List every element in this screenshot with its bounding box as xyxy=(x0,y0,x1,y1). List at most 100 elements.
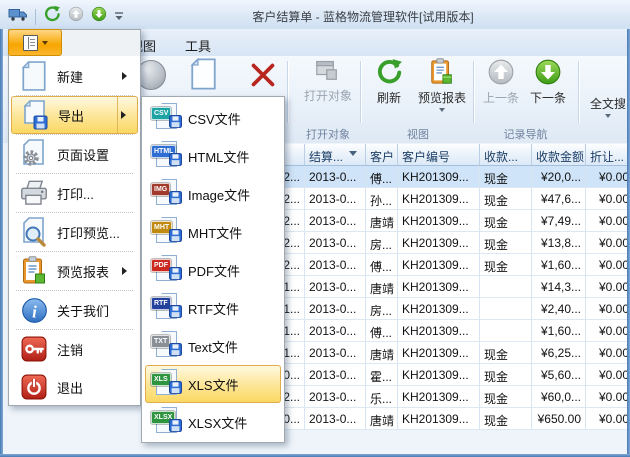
preview-report-icon xyxy=(428,58,456,86)
delete-button[interactable] xyxy=(243,62,283,88)
export-page-floppy-icon xyxy=(12,100,58,130)
menu-item-label: 新建 xyxy=(57,67,83,86)
cell-pay-method: 现金 xyxy=(480,166,532,188)
ribbon-separator xyxy=(360,61,361,123)
column-header-label: 客户编号 xyxy=(402,148,450,165)
svg-text:i: i xyxy=(32,302,37,321)
cell-pay-method xyxy=(480,320,532,342)
floppy-disk-icon xyxy=(169,153,182,171)
export-submenu-item[interactable]: XLSX XLSX文件 xyxy=(145,403,281,441)
file-type-badge: PDF xyxy=(151,259,171,272)
qat-separator xyxy=(35,9,36,25)
menu-item-print-preview[interactable]: 打印预览... xyxy=(11,213,138,251)
submenu-arrow-icon xyxy=(122,267,131,275)
cell-discount: ¥0.00 xyxy=(586,298,630,320)
export-submenu-item-label: Text文件 xyxy=(188,337,238,356)
table-row[interactable]: 90... 2013-0... 霍... KH201309... 现金 ¥5,6… xyxy=(240,364,630,386)
export-submenu-item-label: XLS文件 xyxy=(188,375,239,394)
logout-key-icon xyxy=(11,336,57,362)
preview-report-label: 预览报表 xyxy=(418,89,466,106)
fulltext-search-button[interactable]: 全文搜 xyxy=(584,92,630,121)
menu-item-print[interactable]: 打印... xyxy=(11,174,138,212)
qat-more-icon[interactable] xyxy=(114,8,124,26)
menu-item-export[interactable]: 导出 xyxy=(11,96,138,134)
export-submenu-item[interactable]: HTML HTML文件 xyxy=(145,137,281,175)
print-preview-icon xyxy=(11,217,57,247)
cell-customer-no: KH201309... xyxy=(398,298,480,320)
table-row[interactable]: 92... 2013-0... 唐靖 KH201309... 现金 ¥7,49.… xyxy=(240,210,630,232)
menu-item-preview-report[interactable]: 预览报表 xyxy=(11,252,138,290)
menu-item-new[interactable]: 新建 xyxy=(11,57,138,95)
cell-discount: ¥0.00 xyxy=(586,364,630,386)
floppy-disk-icon xyxy=(169,115,182,133)
delete-x-icon xyxy=(250,62,276,88)
table-row[interactable]: 70... 2013-0... 唐靖 KH201309... 现金 ¥650.0… xyxy=(240,408,630,430)
previous-record-icon xyxy=(487,58,515,86)
column-header-amount[interactable]: 收款金额 xyxy=(532,144,586,166)
export-submenu-item-label: PDF文件 xyxy=(188,261,240,280)
floppy-disk-icon xyxy=(169,229,182,247)
menubar-item-tools[interactable]: 工具 xyxy=(181,34,215,57)
cell-customer: 傅... xyxy=(366,320,398,342)
export-submenu-item[interactable]: XLS XLS文件 xyxy=(145,365,281,403)
export-submenu-item-label: RTF文件 xyxy=(188,299,239,318)
cell-customer-no: KH201309... xyxy=(398,166,480,188)
nav-down-icon[interactable] xyxy=(91,6,107,27)
menu-item-label: 注销 xyxy=(57,340,83,359)
fulltext-search-label: 全文搜 xyxy=(590,95,626,112)
column-header-label: 收款... xyxy=(484,148,518,165)
export-submenu-item[interactable]: MHT MHT文件 xyxy=(145,213,281,251)
titlebar: 客户结算单 - 蓝格物流管理软件[试用版本] xyxy=(0,0,630,30)
menu-item-page-setup[interactable]: 页面设置 xyxy=(11,135,138,173)
table-row[interactable]: 92... 2013-0... 傅... KH201309... 现金 ¥20,… xyxy=(240,166,630,188)
cell-customer: 房... xyxy=(366,298,398,320)
refresh-label: 刷新 xyxy=(377,89,401,106)
table-row[interactable]: 92... 2013-0... 房... KH201309... 现金 ¥13,… xyxy=(240,232,630,254)
column-header-customer-no[interactable]: 客户编号 xyxy=(398,144,480,166)
column-header-pay-method[interactable]: 收款... xyxy=(480,144,532,166)
next-record-button[interactable]: 下一条 xyxy=(524,58,572,106)
cell-discount: ¥0.00 xyxy=(586,386,630,408)
table-row[interactable]: 91... 2013-0... 房... KH201309... ¥2,40..… xyxy=(240,298,630,320)
cell-pay-method xyxy=(480,298,532,320)
column-header-customer[interactable]: 客户 xyxy=(366,144,398,166)
cell-discount: ¥0.00 xyxy=(586,232,630,254)
submenu-arrow-icon xyxy=(121,111,130,119)
export-submenu-item[interactable]: PDF PDF文件 xyxy=(145,251,281,289)
refresh-icon[interactable] xyxy=(43,5,61,28)
open-object-label: 打开对象 xyxy=(304,87,352,104)
export-submenu-item[interactable]: TXT Text文件 xyxy=(145,327,281,365)
menu-item-exit[interactable]: 退出 xyxy=(11,368,138,406)
cell-pay-method: 现金 xyxy=(480,386,532,408)
previous-record-label: 上一条 xyxy=(483,89,519,106)
table-row[interactable]: 92... 2013-0... 傅... KH201309... 现金 ¥1,6… xyxy=(240,254,630,276)
export-submenu-item[interactable]: IMG Image文件 xyxy=(145,175,281,213)
export-submenu-item[interactable]: CSV CSV文件 xyxy=(145,99,281,137)
file-type-badge: TXT xyxy=(151,335,170,348)
menu-item-logout[interactable]: 注销 xyxy=(11,330,138,368)
menu-item-about[interactable]: i 关于我们 xyxy=(11,291,138,329)
file-type-badge: IMG xyxy=(151,183,170,196)
cell-settle-date: 2013-0... xyxy=(305,386,366,408)
table-row[interactable]: 91... 2013-0... 唐靖 KH201309... 现金 ¥6,25.… xyxy=(240,342,630,364)
table-row[interactable]: 91... 2013-0... 唐靖 KH201309... ¥14,3... … xyxy=(240,276,630,298)
floppy-disk-icon xyxy=(169,267,182,285)
new-document-button[interactable] xyxy=(183,58,223,90)
cell-customer-no: KH201309... xyxy=(398,210,480,232)
table-row[interactable]: 92... 2013-0... 孙... KH201309... 现金 ¥47,… xyxy=(240,188,630,210)
app-menu-button[interactable] xyxy=(8,29,62,56)
table-row[interactable]: 32... 2013-0... 乐... KH201309... 现金 ¥60,… xyxy=(240,386,630,408)
export-submenu-item-label: Image文件 xyxy=(188,185,250,204)
refresh-button[interactable]: 刷新 xyxy=(367,58,411,106)
cell-settle-date: 2013-0... xyxy=(305,188,366,210)
app-truck-icon xyxy=(8,7,28,26)
table-row[interactable]: 91... 2013-0... 傅... KH201309... ¥1,60..… xyxy=(240,320,630,342)
cell-customer-no: KH201309... xyxy=(398,342,480,364)
cell-customer: 唐靖 xyxy=(366,276,398,298)
export-submenu-item[interactable]: RTF RTF文件 xyxy=(145,289,281,327)
floppy-disk-icon xyxy=(169,381,182,399)
column-header-discount[interactable]: 折让... xyxy=(586,144,630,166)
column-header-settle-date[interactable]: 结算... xyxy=(305,144,366,166)
preview-report-button[interactable]: 预览报表 xyxy=(412,58,472,115)
cell-discount: ¥0.00 xyxy=(586,408,630,430)
